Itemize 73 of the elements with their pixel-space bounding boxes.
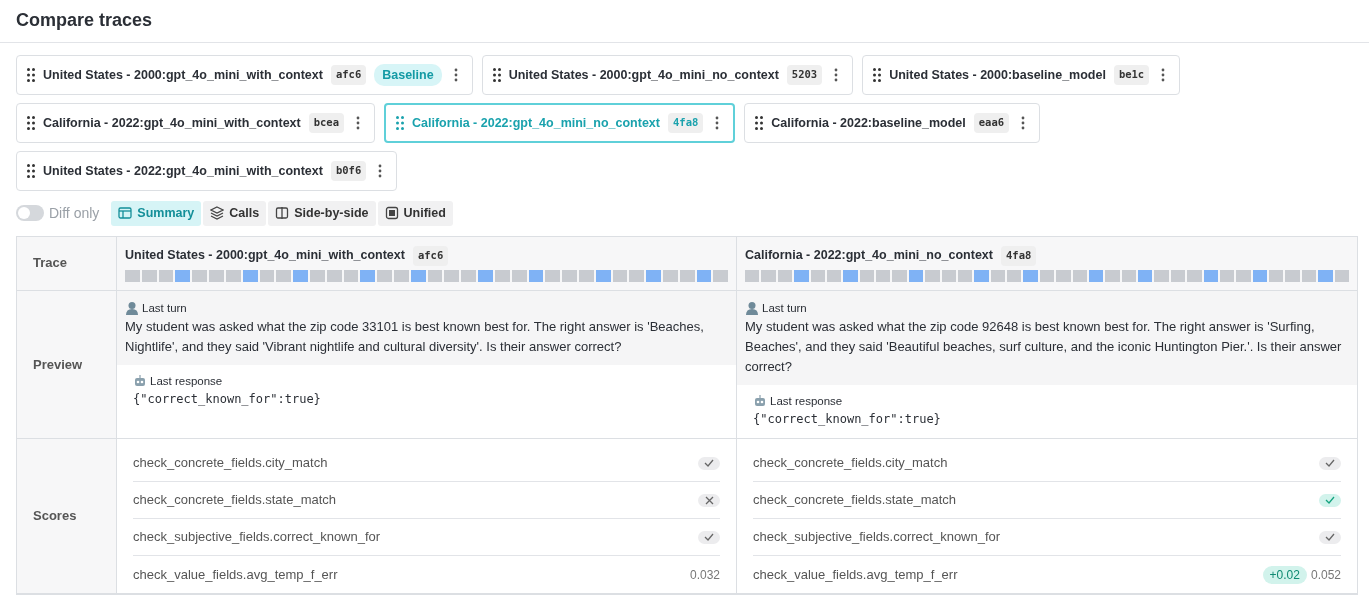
trace-id: eaa6 (973, 113, 1010, 133)
score-name: check_subjective_fields.correct_known_for (133, 528, 381, 547)
document-icon (384, 206, 399, 221)
turn-label: Last turn (142, 300, 187, 316)
row-label: Scores (33, 507, 77, 526)
drag-handle-icon (396, 116, 404, 130)
score-name: check_value_fields.avg_temp_f_err (753, 565, 958, 584)
score-name: check_subjective_fields.correct_known_for (753, 528, 1001, 547)
more-icon (1021, 116, 1026, 130)
more-icon (356, 116, 360, 130)
view-tab[interactable]: Calls (203, 201, 267, 226)
trace-name: United States - 2000:gpt_4o_mini_with_context (43, 66, 323, 84)
layers-icon (210, 206, 225, 221)
drag-handle-icon (873, 68, 882, 82)
trace-chip[interactable]: United States - 2022:gpt_4o_mini_with_context b0f6 (16, 151, 398, 191)
more-icon (378, 164, 383, 178)
person-icon (745, 301, 759, 316)
drag-handle-icon (27, 68, 35, 82)
trace-id: 4fa8 (668, 113, 704, 133)
view-tab[interactable]: Side-by-side (268, 201, 376, 226)
trace-chip[interactable]: United States - 2000:gpt_4o_mini_no_context 5203 (481, 55, 854, 95)
book-icon (275, 206, 290, 221)
more-icon (1161, 68, 1166, 82)
trace-chip[interactable]: California - 2022:baseline_model eaa6 (744, 103, 1041, 143)
drag-handle-icon (755, 116, 764, 130)
response-text: {"correct_known_for":true} (753, 411, 942, 428)
drag-handle-icon (27, 116, 35, 130)
score-value: 0.052 (1310, 566, 1341, 584)
response-label: Last response (770, 393, 843, 409)
drag-handle-icon (492, 68, 501, 82)
score-name: check_concrete_fields.state_match (133, 491, 337, 510)
trace-chip[interactable]: United States - 2000:gpt_4o_mini_with_context afc6 Baseline (16, 55, 473, 95)
trace-name: California - 2022:baseline_model (771, 114, 966, 132)
trace-chip[interactable]: United States - 2000:baseline_model be1c (862, 55, 1181, 95)
drag-handle-icon (27, 164, 35, 178)
page-title: Compare traces (16, 10, 153, 32)
score-name: check_value_fields.avg_temp_f_err (133, 565, 338, 584)
trace-id: 5203 (786, 65, 823, 85)
row-label: Preview (33, 355, 83, 374)
row-label: Trace (33, 254, 67, 273)
turn-label: Last turn (762, 300, 807, 316)
trace-id: afc6 (412, 245, 449, 266)
score-name: check_concrete_fields.city_match (753, 454, 948, 473)
turn-text: My student was asked what the zip code 33101 is best known best for. The right answer is 'Beaches, Nightlife', and they said 'Vibrant nightlife and cultural diversity'. Is their answer correct? (125, 317, 705, 356)
trace-id: 4fa8 (1001, 245, 1037, 266)
trace-id: bcea (308, 113, 344, 133)
score-name: check_concrete_fields.state_match (753, 491, 957, 510)
response-label: Last response (150, 373, 223, 389)
person-icon (125, 301, 139, 316)
trace-name: California - 2022:gpt_4o_mini_no_context (745, 247, 993, 265)
trace-name: United States - 2022:gpt_4o_mini_with_context (43, 162, 323, 180)
more-icon (453, 68, 458, 82)
trace-name: United States - 2000:baseline_model (889, 66, 1106, 84)
trace-id: b0f6 (330, 161, 367, 181)
delta-badge: +0.02 (1262, 565, 1307, 584)
robot-icon (753, 394, 767, 409)
trace-name: California - 2022:gpt_4o_mini_no_context (412, 114, 660, 132)
response-text: {"correct_known_for":true} (133, 391, 322, 408)
baseline-badge: Baseline (374, 63, 442, 87)
trace-name: California - 2022:gpt_4o_mini_with_context (43, 114, 301, 132)
more-icon (834, 68, 839, 82)
trace-id: be1c (1113, 65, 1150, 85)
panel-icon (118, 206, 133, 221)
view-tab[interactable]: Unified (377, 201, 453, 226)
trace-chip[interactable]: California - 2022:gpt_4o_mini_with_context bcea (16, 103, 375, 143)
trace-name: United States - 2000:gpt_4o_mini_with_context (125, 247, 405, 265)
trace-name: United States - 2000:gpt_4o_mini_no_context (508, 66, 779, 84)
score-value: 0.032 (689, 566, 720, 584)
robot-icon (133, 374, 147, 389)
turn-text: My student was asked what the zip code 92648 is best known best for. The right answer is 'Surfing, Beaches', and they said 'Beautiful beaches, surf culture, and the iconic Huntington Pier.'. Is their answer correct? (745, 317, 1343, 376)
score-name: check_concrete_fields.city_match (133, 454, 328, 473)
more-icon (715, 116, 720, 130)
trace-id: afc6 (330, 65, 367, 85)
